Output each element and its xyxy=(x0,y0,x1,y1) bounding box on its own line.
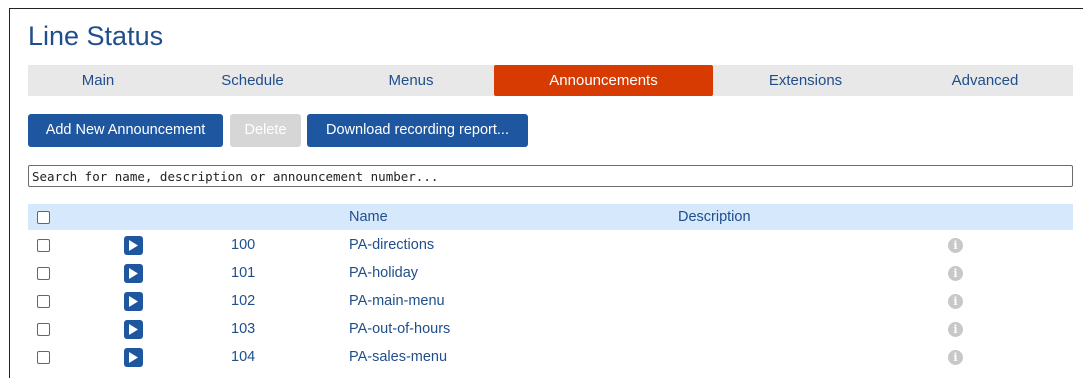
info-icon[interactable]: i xyxy=(948,294,963,309)
announcement-name[interactable]: PA-sales-menu xyxy=(349,343,447,371)
table-row: 100 PA-directions i xyxy=(28,231,1073,259)
info-icon[interactable]: i xyxy=(948,350,963,365)
play-icon[interactable] xyxy=(124,236,143,255)
tab-main[interactable]: Main xyxy=(28,65,168,96)
table-row: 102 PA-main-menu i xyxy=(28,287,1073,315)
announcement-name[interactable]: PA-directions xyxy=(349,231,434,259)
row-checkbox[interactable] xyxy=(37,351,50,364)
tab-bar: Main Schedule Menus Announcements Extens… xyxy=(28,65,1073,96)
announcement-name[interactable]: PA-holiday xyxy=(349,259,418,287)
info-icon[interactable]: i xyxy=(948,266,963,281)
play-icon[interactable] xyxy=(124,292,143,311)
row-checkbox[interactable] xyxy=(37,239,50,252)
announcement-number: 101 xyxy=(231,265,256,281)
table-row: 101 PA-holiday i xyxy=(28,259,1073,287)
column-header-name[interactable]: Name xyxy=(349,204,388,230)
play-icon[interactable] xyxy=(124,348,143,367)
page-title: Line Status xyxy=(28,21,164,51)
table-header: Name Description xyxy=(28,204,1073,230)
announcement-number: 102 xyxy=(231,293,256,309)
column-header-description[interactable]: Description xyxy=(678,204,751,230)
download-report-button[interactable]: Download recording report... xyxy=(307,114,528,147)
search-input[interactable] xyxy=(28,165,1073,187)
announcement-number: 103 xyxy=(231,321,256,337)
add-announcement-button[interactable]: Add New Announcement xyxy=(28,114,223,147)
play-icon[interactable] xyxy=(124,320,143,339)
row-checkbox[interactable] xyxy=(37,295,50,308)
info-icon[interactable]: i xyxy=(948,322,963,337)
tab-advanced[interactable]: Advanced xyxy=(900,65,1070,96)
announcement-name[interactable]: PA-out-of-hours xyxy=(349,315,450,343)
tab-announcements[interactable]: Announcements xyxy=(494,65,713,96)
info-icon[interactable]: i xyxy=(948,238,963,253)
table-row: 104 PA-sales-menu i xyxy=(28,343,1073,371)
table-row: 103 PA-out-of-hours i xyxy=(28,315,1073,343)
select-all-checkbox[interactable] xyxy=(37,211,50,224)
announcement-number: 104 xyxy=(231,349,256,365)
tab-schedule[interactable]: Schedule xyxy=(180,65,325,96)
row-checkbox[interactable] xyxy=(37,323,50,336)
announcement-name[interactable]: PA-main-menu xyxy=(349,287,445,315)
play-icon[interactable] xyxy=(124,264,143,283)
delete-button[interactable]: Delete xyxy=(230,114,301,147)
row-checkbox[interactable] xyxy=(37,267,50,280)
tab-menus[interactable]: Menus xyxy=(336,65,486,96)
announcement-number: 100 xyxy=(231,237,256,253)
tab-extensions[interactable]: Extensions xyxy=(723,65,888,96)
